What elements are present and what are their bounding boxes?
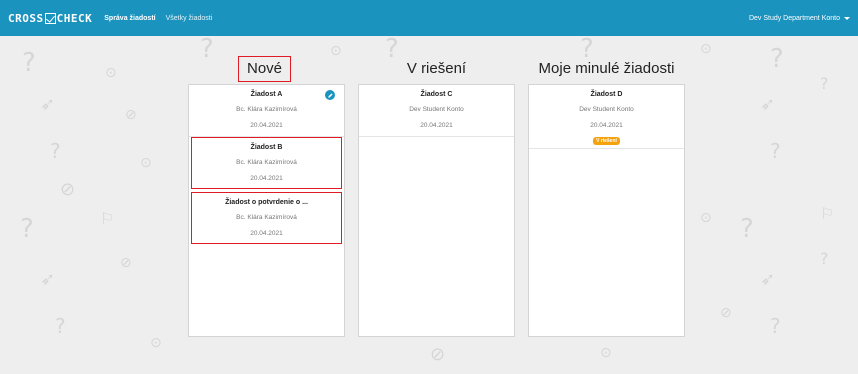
- edit-icon[interactable]: [325, 90, 335, 100]
- column-title-in-progress: V riešení: [406, 60, 467, 77]
- request-author: Bc. Klára Kazimírová: [236, 214, 297, 221]
- checkbox-icon: [44, 12, 56, 24]
- request-title: Žiadost B: [250, 144, 283, 151]
- user-name: Dev Study Department Konto: [748, 14, 840, 22]
- nav-link-all-requests[interactable]: Všetky žiadosti: [166, 15, 213, 22]
- request-author: Dev Student Konto: [409, 106, 464, 113]
- request-date: 20.04.2021: [250, 175, 283, 182]
- request-card[interactable]: Žiadost o potvrdenie o ... Bc. Klára Kaz…: [191, 192, 342, 244]
- request-card[interactable]: Žiadost B Bc. Klára Kazimírová 20.04.202…: [191, 137, 342, 189]
- app-logo[interactable]: CROSS CHECK: [8, 12, 92, 25]
- request-card[interactable]: Žiadost A Bc. Klára Kazimírová 20.04.202…: [189, 85, 344, 137]
- request-author: Bc. Klára Kazimírová: [236, 159, 297, 166]
- request-title: Žiadost o potvrdenie o ...: [225, 199, 308, 206]
- nav-link-request-management[interactable]: Správa žiadostí: [104, 15, 155, 22]
- request-date: 20.04.2021: [590, 122, 623, 129]
- request-date: 20.04.2021: [250, 230, 283, 237]
- request-title: Žiadost A: [250, 91, 283, 98]
- request-title: Žiadost C: [420, 91, 453, 98]
- brand-text-right: CHECK: [56, 11, 93, 25]
- brand-text-left: CROSS: [8, 11, 44, 25]
- column-in-progress: Žiadost C Dev Student Konto 20.04.2021: [358, 84, 515, 337]
- request-card[interactable]: Žiadost D Dev Student Konto 20.04.2021 V…: [529, 85, 684, 149]
- column-title-new: Nové: [238, 56, 292, 82]
- request-card[interactable]: Žiadost C Dev Student Konto 20.04.2021: [359, 85, 514, 137]
- top-navbar: CROSS CHECK Správa žiadostí Všetky žiado…: [0, 0, 858, 36]
- user-menu[interactable]: Dev Study Department Konto: [749, 15, 850, 22]
- column-title-my-past-requests: Moje minulé žiadosti: [538, 60, 675, 77]
- status-badge: V riešení: [593, 137, 620, 145]
- request-date: 20.04.2021: [420, 122, 453, 129]
- chevron-down-icon: [844, 16, 850, 20]
- column-new: Žiadost A Bc. Klára Kazimírová 20.04.202…: [188, 84, 345, 337]
- request-date: 20.04.2021: [250, 122, 283, 129]
- request-author: Dev Student Konto: [579, 106, 634, 113]
- column-my-past-requests: Žiadost D Dev Student Konto 20.04.2021 V…: [528, 84, 685, 337]
- request-author: Bc. Klára Kazimírová: [236, 106, 297, 113]
- request-title: Žiadost D: [590, 91, 623, 98]
